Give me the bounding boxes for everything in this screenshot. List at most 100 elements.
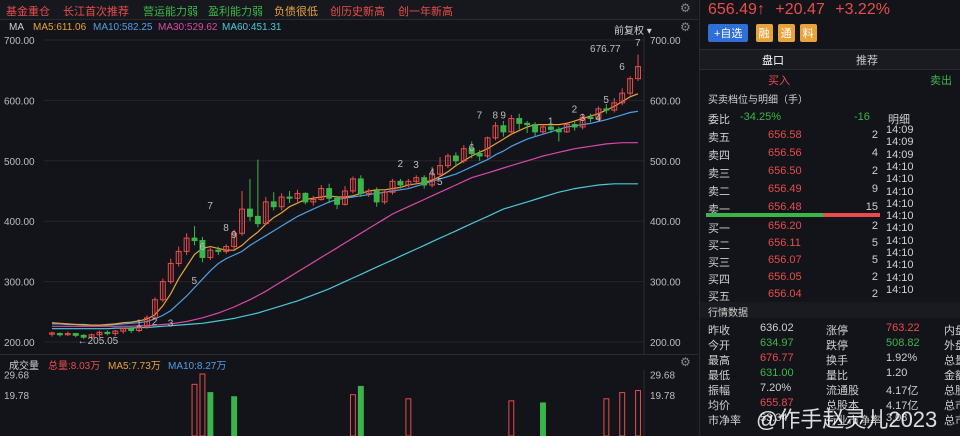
sequence-marker: 6	[619, 62, 625, 73]
ask-row[interactable]: 卖五 656.58 2	[708, 129, 878, 145]
stat-value: 636.02	[760, 322, 794, 334]
y-tick-right: 600.00	[650, 96, 681, 107]
level-price: 656.20	[768, 220, 802, 232]
candle-body	[247, 208, 253, 217]
stat-label: 跌停	[826, 340, 848, 352]
stat-label: 量比	[826, 370, 848, 382]
stat-label: 金额	[944, 370, 960, 382]
tag-operating-weak[interactable]: 营运能力弱	[143, 3, 198, 19]
gear-icon[interactable]: ⚙	[680, 1, 691, 15]
stat-value: 7.20%	[760, 382, 792, 394]
sequence-marker: 4	[429, 167, 435, 178]
bid-row[interactable]: 买一 656.20 2	[708, 220, 878, 236]
volume-bar	[207, 392, 214, 436]
ma-legend: MA MA5:611.06 MA10:582.25 MA30:529.62 MA…	[0, 20, 698, 37]
buy-button[interactable]: 买入	[768, 72, 790, 88]
margin-badge[interactable]: 融	[755, 24, 773, 42]
stat-label: 总股	[944, 385, 960, 397]
volume-bar	[619, 392, 626, 436]
sell-button[interactable]: 卖出	[930, 72, 952, 88]
y-tick-left: 300.00	[4, 278, 35, 289]
ask-row[interactable]: 卖二 656.49 9	[708, 183, 878, 199]
gear-icon[interactable]: ⚙	[680, 20, 691, 34]
bid-row[interactable]: 买三 656.07 5	[708, 254, 878, 270]
y-tick-right: 700.00	[650, 36, 681, 47]
candle-body	[555, 128, 562, 133]
sequence-marker: 2	[152, 317, 158, 328]
quote-panel: 656.49↑ +20.47 +3.22% +自选 融 通 料 盘口 推荐 买入…	[699, 0, 960, 436]
tab-orderbook[interactable]: 盘口	[762, 52, 784, 68]
level-price: 656.48	[768, 201, 802, 213]
stat-label: 最高	[708, 355, 730, 367]
candle-body	[286, 196, 293, 199]
level-volume: 15	[865, 201, 878, 213]
orderbook-title: 买卖档位与明细（手）	[708, 95, 808, 106]
level-name: 卖四	[708, 150, 730, 162]
connect-badge[interactable]: 通	[777, 24, 795, 42]
sequence-marker: 9	[500, 111, 506, 122]
sequence-marker: 8	[223, 223, 229, 234]
adjust-select[interactable]: 前复权 ▾	[614, 22, 652, 37]
candle-body	[270, 201, 277, 208]
candle-body	[452, 155, 459, 162]
volume-bar	[231, 396, 238, 436]
info-badge[interactable]: 料	[799, 24, 817, 42]
stat-label: 总市	[944, 400, 960, 412]
y-tick-left: 500.00	[4, 157, 35, 168]
high-label: 676.77	[590, 44, 621, 55]
tag-first-recommend[interactable]: 长江首次推荐	[63, 3, 129, 19]
stat-label: 内盘	[944, 325, 960, 337]
stat-label: 最低	[708, 370, 730, 382]
price-change: +20.47	[775, 1, 825, 18]
gear-icon[interactable]: ⚙	[680, 355, 691, 369]
ma5-value: MA5:611.06	[33, 22, 87, 33]
level-volume: 2	[871, 165, 878, 177]
trade-time: 14:10	[886, 222, 914, 235]
tag-all-time-high[interactable]: 创历史新高	[330, 3, 385, 19]
ma30-line	[52, 142, 638, 327]
tag-profit-weak[interactable]: 盈利能力弱	[208, 3, 263, 19]
ask-row[interactable]: 卖四 656.56 4	[708, 147, 878, 163]
tag-year-high[interactable]: 创一年新高	[398, 3, 453, 19]
level-name: 买一	[708, 223, 730, 235]
candle-body	[532, 124, 539, 133]
stat-value: 1.20	[886, 367, 908, 379]
volume-bar	[603, 398, 610, 436]
candle-body	[421, 177, 428, 186]
level-name: 买二	[708, 240, 730, 252]
trade-time: 14:10	[886, 173, 914, 186]
trade-time: 14:09	[886, 136, 914, 149]
tag-low-debt[interactable]: 负债很低	[274, 3, 318, 19]
level-volume: 4	[871, 147, 878, 159]
ma10-line	[52, 110, 639, 326]
ask-row[interactable]: 卖三 656.50 2	[708, 165, 878, 181]
tag-fund-holding[interactable]: 基金重仓	[6, 3, 50, 19]
level-price: 656.50	[768, 165, 802, 177]
indicator-name[interactable]: MA	[9, 22, 24, 33]
sequence-marker: 7	[207, 201, 213, 212]
candle-body	[373, 190, 380, 203]
bid-row[interactable]: 买二 656.11 5	[708, 237, 878, 253]
y-tick-right: 400.00	[650, 217, 681, 228]
trade-time: 14:10	[886, 185, 914, 198]
stat-label: 昨收	[708, 325, 730, 337]
sequence-marker: 5	[437, 177, 443, 188]
trade-time: 14:10	[886, 197, 914, 210]
tab-recommend[interactable]: 推荐	[856, 52, 878, 68]
trade-time: 14:10	[886, 247, 914, 259]
watermark: @作手赵灵儿2023	[756, 407, 938, 432]
candle-body	[334, 197, 341, 205]
bid-row[interactable]: 买四 656.05 2	[708, 271, 878, 287]
volume-chart[interactable]: 29.68 29.68 19.78 19.78	[0, 370, 698, 436]
vol-tick-right: 29.68	[650, 371, 675, 382]
stat-label: 总市	[944, 415, 960, 427]
level-name: 卖三	[708, 168, 730, 180]
volume-bar	[540, 402, 546, 436]
price-chart[interactable]: 700.00 700.00 600.00 600.00 500.00 500.00 400.…	[0, 36, 698, 354]
stat-value: 1.92%	[886, 352, 918, 364]
candle-body	[128, 328, 135, 332]
add-watchlist-button[interactable]: +自选	[708, 24, 749, 42]
candle-body	[254, 215, 261, 225]
level-volume: 9	[871, 183, 878, 195]
level-name: 买四	[708, 274, 730, 286]
